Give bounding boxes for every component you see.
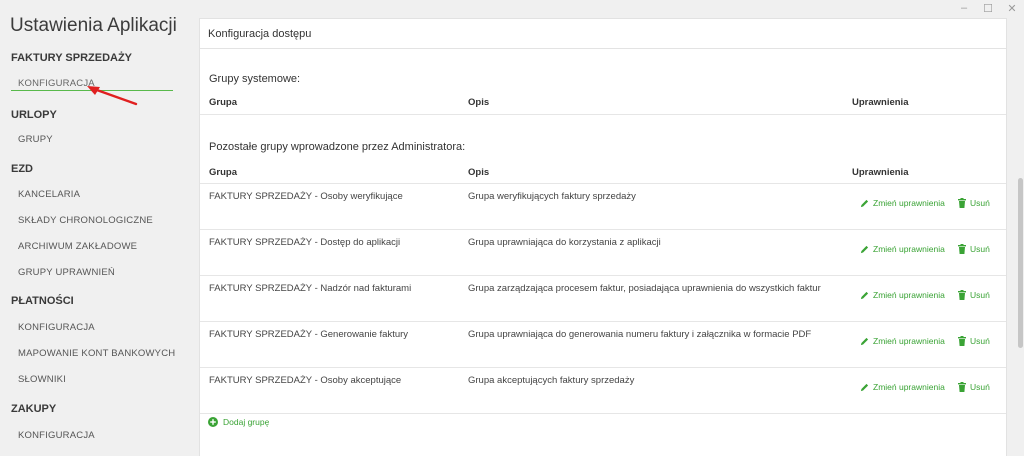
delete-group-button[interactable]: Usuń bbox=[958, 336, 990, 346]
maximize-button[interactable]: ☐ bbox=[982, 2, 994, 15]
column-header-description: Opis bbox=[468, 167, 490, 178]
group-description: Grupa weryfikujących faktury sprzedaży bbox=[468, 191, 636, 202]
minimize-button[interactable]: – bbox=[958, 2, 970, 15]
delete-label: Usuń bbox=[970, 244, 990, 254]
group-name: FAKTURY SPRZEDAŻY - Nadzór nad fakturami bbox=[209, 283, 412, 294]
panel-header: Konfiguracja dostępu bbox=[200, 19, 1006, 49]
access-config-panel: Konfiguracja dostępu Grupy systemowe: Gr… bbox=[199, 18, 1007, 456]
window-controls: – ☐ ✕ bbox=[958, 2, 1018, 15]
delete-label: Usuń bbox=[970, 336, 990, 346]
column-header-permissions: Uprawnienia bbox=[852, 97, 909, 108]
change-permissions-label: Zmień uprawnienia bbox=[873, 336, 945, 346]
delete-group-button[interactable]: Usuń bbox=[958, 198, 990, 208]
section-zakupy: ZAKUPY bbox=[11, 403, 57, 415]
change-permissions-button[interactable]: Zmień uprawnienia bbox=[860, 382, 945, 392]
group-name: FAKTURY SPRZEDAŻY - Dostęp do aplikacji bbox=[209, 237, 401, 248]
sidebar-item-urlopy-grupy[interactable]: GRUPY bbox=[18, 134, 53, 145]
column-header-group: Grupa bbox=[209, 167, 237, 178]
column-header-description: Opis bbox=[468, 97, 490, 108]
section-urlopy: URLOPY bbox=[11, 109, 57, 121]
panel-title: Konfiguracja dostępu bbox=[208, 28, 312, 40]
delete-group-button[interactable]: Usuń bbox=[958, 290, 990, 300]
section-faktury-sprzedazy: FAKTURY SPRZEDAŻY bbox=[11, 52, 133, 64]
close-button[interactable]: ✕ bbox=[1006, 2, 1018, 15]
sidebar-item-zakupy-konfiguracja[interactable]: KONFIGURACJA bbox=[18, 430, 95, 441]
group-description: Grupa uprawniająca do korzystania z apli… bbox=[468, 237, 661, 248]
other-groups-title: Pozostałe grupy wprowadzone przez Admini… bbox=[209, 141, 466, 153]
pencil-icon bbox=[860, 199, 869, 207]
group-name: FAKTURY SPRZEDAŻY - Osoby weryfikujące bbox=[209, 191, 403, 202]
table-row: FAKTURY SPRZEDAŻY - Nadzór nad fakturami… bbox=[200, 276, 1006, 322]
scrollbar-thumb[interactable] bbox=[1018, 178, 1023, 348]
pencil-icon bbox=[860, 383, 869, 391]
trash-icon bbox=[958, 290, 966, 300]
change-permissions-button[interactable]: Zmień uprawnienia bbox=[860, 290, 945, 300]
sidebar-item-archiwum-zakladowe[interactable]: ARCHIWUM ZAKŁADOWE bbox=[18, 241, 137, 252]
change-permissions-label: Zmień uprawnienia bbox=[873, 198, 945, 208]
change-permissions-button[interactable]: Zmień uprawnienia bbox=[860, 244, 945, 254]
delete-group-button[interactable]: Usuń bbox=[958, 244, 990, 254]
group-name: FAKTURY SPRZEDAŻY - Osoby akceptujące bbox=[209, 375, 402, 386]
column-header-permissions: Uprawnienia bbox=[852, 167, 909, 178]
table-row: FAKTURY SPRZEDAŻY - Generowanie faktury … bbox=[200, 322, 1006, 368]
delete-label: Usuń bbox=[970, 382, 990, 392]
trash-icon bbox=[958, 382, 966, 392]
system-groups-title: Grupy systemowe: bbox=[209, 73, 301, 85]
settings-sidebar: Ustawienia Aplikacji FAKTURY SPRZEDAŻY K… bbox=[0, 0, 186, 456]
change-permissions-label: Zmień uprawnienia bbox=[873, 382, 945, 392]
pencil-icon bbox=[860, 291, 869, 299]
column-header-group: Grupa bbox=[209, 97, 237, 108]
change-permissions-label: Zmień uprawnienia bbox=[873, 290, 945, 300]
app-title: Ustawienia Aplikacji bbox=[10, 15, 177, 36]
section-platnosci: PŁATNOŚCI bbox=[11, 295, 74, 307]
sidebar-item-mapowanie-kont[interactable]: MAPOWANIE KONT BANKOWYCH bbox=[18, 348, 175, 359]
trash-icon bbox=[958, 198, 966, 208]
sidebar-item-slowniki[interactable]: SŁOWNIKI bbox=[18, 374, 66, 385]
section-ezd: EZD bbox=[11, 163, 33, 175]
sidebar-item-grupy-uprawnien[interactable]: GRUPY UPRAWNIEŃ bbox=[18, 267, 115, 278]
annotation-arrow-icon bbox=[87, 86, 138, 106]
trash-icon bbox=[958, 336, 966, 346]
table-row: FAKTURY SPRZEDAŻY - Dostęp do aplikacji … bbox=[200, 230, 1006, 276]
add-group-label: Dodaj grupę bbox=[223, 417, 270, 427]
change-permissions-button[interactable]: Zmień uprawnienia bbox=[860, 198, 945, 208]
sidebar-item-sklady-chronologiczne[interactable]: SKŁADY CHRONOLOGICZNE bbox=[18, 215, 153, 226]
pencil-icon bbox=[860, 245, 869, 253]
delete-label: Usuń bbox=[970, 290, 990, 300]
group-description: Grupa zarządzająca procesem faktur, posi… bbox=[468, 283, 821, 294]
table-row: FAKTURY SPRZEDAŻY - Osoby weryfikujące G… bbox=[200, 184, 1006, 230]
add-group-button[interactable]: Dodaj grupę bbox=[208, 417, 269, 427]
plus-circle-icon bbox=[208, 417, 218, 427]
group-description: Grupa uprawniająca do generowania numeru… bbox=[468, 329, 812, 340]
delete-group-button[interactable]: Usuń bbox=[958, 382, 990, 392]
table-row: FAKTURY SPRZEDAŻY - Osoby akceptujące Gr… bbox=[200, 368, 1006, 414]
group-name: FAKTURY SPRZEDAŻY - Generowanie faktury bbox=[209, 329, 409, 340]
divider bbox=[200, 413, 1006, 414]
pencil-icon bbox=[860, 337, 869, 345]
divider bbox=[200, 114, 1006, 115]
change-permissions-label: Zmień uprawnienia bbox=[873, 244, 945, 254]
trash-icon bbox=[958, 244, 966, 254]
change-permissions-button[interactable]: Zmień uprawnienia bbox=[860, 336, 945, 346]
sidebar-item-platnosci-konfiguracja[interactable]: KONFIGURACJA bbox=[18, 322, 95, 333]
delete-label: Usuń bbox=[970, 198, 990, 208]
sidebar-item-kancelaria[interactable]: KANCELARIA bbox=[18, 189, 80, 200]
group-description: Grupa akceptujących faktury sprzedaży bbox=[468, 375, 635, 386]
